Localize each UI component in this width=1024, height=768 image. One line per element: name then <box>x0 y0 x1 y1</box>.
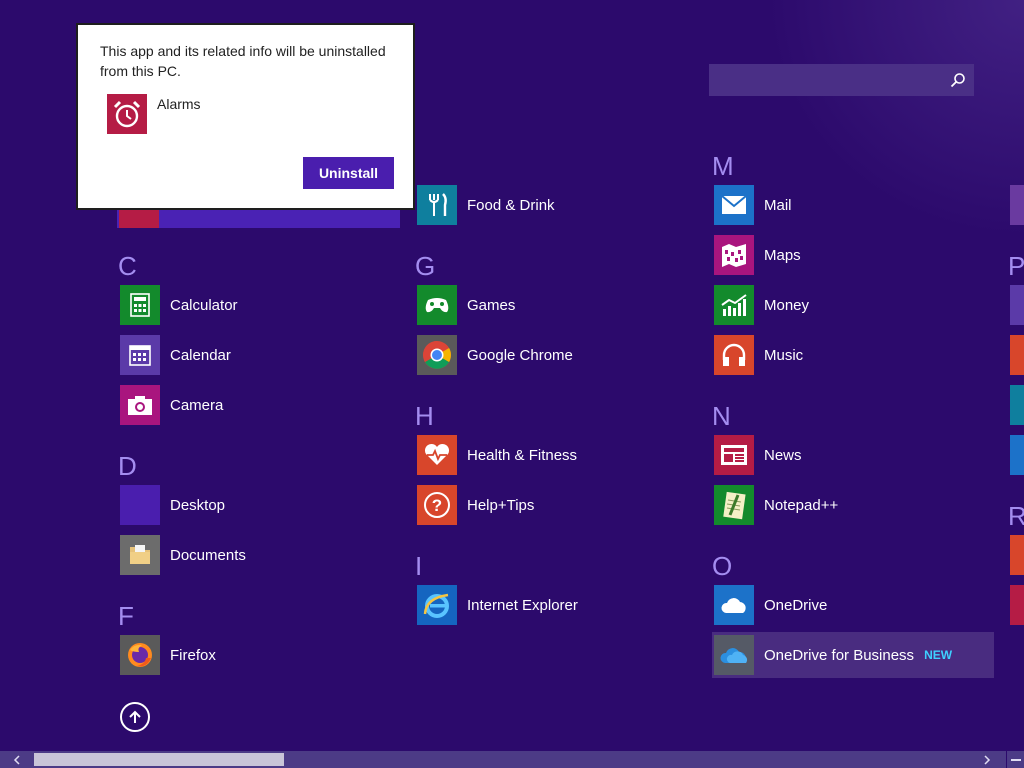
partial-app-tile[interactable] <box>1010 435 1024 475</box>
svg-text:?: ? <box>432 496 442 515</box>
group-letter-p[interactable]: P <box>1008 253 1024 279</box>
cloud-icon <box>714 585 754 625</box>
app-label: Documents <box>170 546 246 564</box>
app-item-help-tips[interactable]: ? Help+Tips <box>415 483 534 527</box>
app-label: OneDrive <box>764 596 828 614</box>
scroll-right-arrow-icon[interactable] <box>978 751 995 768</box>
app-item-internet-explorer[interactable]: Internet Explorer <box>415 583 578 627</box>
onedrive-business-cloud-icon <box>714 635 754 675</box>
mail-icon <box>714 185 754 225</box>
headphones-icon <box>714 335 754 375</box>
uninstall-dialog: This app and its related info will be un… <box>76 23 415 210</box>
calculator-icon <box>120 285 160 325</box>
desktop-icon <box>120 485 160 525</box>
map-icon <box>714 235 754 275</box>
app-item-notepadpp[interactable]: Notepad++ <box>712 483 838 527</box>
notepad-plus-plus-icon <box>714 485 754 525</box>
partial-app-tile[interactable] <box>1010 185 1024 225</box>
partial-app-tile[interactable] <box>1010 285 1024 325</box>
group-letter-r[interactable]: R <box>1008 503 1024 529</box>
app-label: Mail <box>764 196 792 214</box>
app-label: Games <box>467 296 516 314</box>
zoom-out-minus-icon[interactable] <box>1006 751 1024 768</box>
new-badge: NEW <box>924 648 953 662</box>
app-item-camera[interactable]: Camera <box>118 383 223 427</box>
uninstall-button[interactable]: Uninstall <box>303 157 394 189</box>
app-item-food-drink[interactable]: Food & Drink <box>415 183 555 227</box>
alarm-clock-icon <box>107 94 147 134</box>
app-label: Music <box>764 346 804 364</box>
group-letter-h[interactable]: H <box>415 403 434 429</box>
app-item-music[interactable]: Music <box>712 333 803 377</box>
app-item-health-fitness[interactable]: Health & Fitness <box>415 433 577 477</box>
app-item-calendar[interactable]: Calendar <box>118 333 231 377</box>
app-label: Calendar <box>170 346 231 364</box>
app-item-news[interactable]: News <box>712 433 802 477</box>
dialog-message: This app and its related info will be un… <box>100 43 386 79</box>
app-label: Desktop <box>170 496 226 514</box>
group-letter-g[interactable]: G <box>415 253 435 279</box>
search-box[interactable] <box>709 64 974 96</box>
partial-app-tile[interactable] <box>1010 335 1024 375</box>
group-letter-m[interactable]: M <box>712 153 734 179</box>
app-item-money[interactable]: Money <box>712 283 809 327</box>
group-letter-i[interactable]: I <box>415 553 422 579</box>
app-label: News <box>764 446 802 464</box>
app-label: Google Chrome <box>467 346 573 364</box>
group-letter-d[interactable]: D <box>118 453 137 479</box>
group-letter-n[interactable]: N <box>712 403 731 429</box>
dialog-app-name: Alarms <box>157 96 201 112</box>
horizontal-scrollbar[interactable] <box>0 751 1024 768</box>
question-icon: ? <box>417 485 457 525</box>
app-item-onedrive[interactable]: OneDrive <box>712 583 827 627</box>
background-glow <box>764 0 1024 240</box>
app-item-maps[interactable]: Maps <box>712 233 801 277</box>
app-item-calculator[interactable]: Calculator <box>118 283 238 327</box>
app-item-documents[interactable]: Documents <box>118 533 246 577</box>
chrome-icon <box>417 335 457 375</box>
app-label: Firefox <box>170 646 216 664</box>
partial-app-tile[interactable] <box>1010 385 1024 425</box>
app-label: Food & Drink <box>467 196 555 214</box>
group-letter-o[interactable]: O <box>712 553 732 579</box>
app-item-mail[interactable]: Mail <box>712 183 792 227</box>
app-label: Money <box>764 296 810 314</box>
app-label: Notepad++ <box>764 496 839 514</box>
scroll-left-arrow-icon[interactable] <box>8 751 25 768</box>
app-label: Health & Fitness <box>467 446 578 464</box>
app-item-google-chrome[interactable]: Google Chrome <box>415 333 573 377</box>
calendar-icon <box>120 335 160 375</box>
game-controller-icon <box>417 285 457 325</box>
app-label: Calculator <box>170 296 238 314</box>
group-letter-f[interactable]: F <box>118 603 134 629</box>
fork-knife-icon <box>417 185 457 225</box>
money-chart-icon <box>714 285 754 325</box>
newspaper-icon <box>714 435 754 475</box>
app-item-onedrive-business[interactable]: OneDrive for Business NEW <box>712 632 994 678</box>
app-label: Maps <box>764 246 801 264</box>
partial-app-tile[interactable] <box>1010 585 1024 625</box>
search-input[interactable] <box>709 64 945 96</box>
internet-explorer-icon <box>417 585 457 625</box>
camera-icon <box>120 385 160 425</box>
app-label: Help+Tips <box>467 496 535 514</box>
app-label: Internet Explorer <box>467 596 578 614</box>
group-letter-c[interactable]: C <box>118 253 137 279</box>
app-label: OneDrive for Business <box>764 646 915 664</box>
heart-pulse-icon <box>417 435 457 475</box>
scroll-up-arrow-button[interactable] <box>120 702 150 732</box>
partial-app-tile[interactable] <box>1010 535 1024 575</box>
app-item-games[interactable]: Games <box>415 283 515 327</box>
scrollbar-thumb[interactable] <box>34 753 284 766</box>
search-icon[interactable] <box>942 64 974 96</box>
app-item-desktop[interactable]: Desktop <box>118 483 225 527</box>
app-label: Camera <box>170 396 224 414</box>
firefox-icon <box>120 635 160 675</box>
folder-icon <box>120 535 160 575</box>
app-item-firefox[interactable]: Firefox <box>118 633 216 677</box>
